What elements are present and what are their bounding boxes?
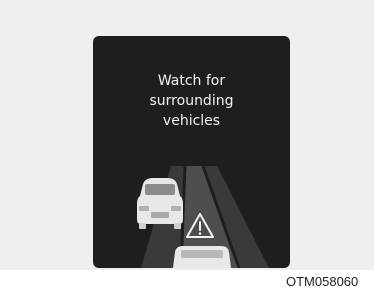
car-rear-icon (137, 178, 183, 229)
road-scene (137, 165, 269, 268)
car-front-icon (173, 246, 231, 268)
cluster-display: Watch for surrounding vehicles (93, 36, 290, 268)
figure-code: OTM058060 (286, 274, 359, 289)
